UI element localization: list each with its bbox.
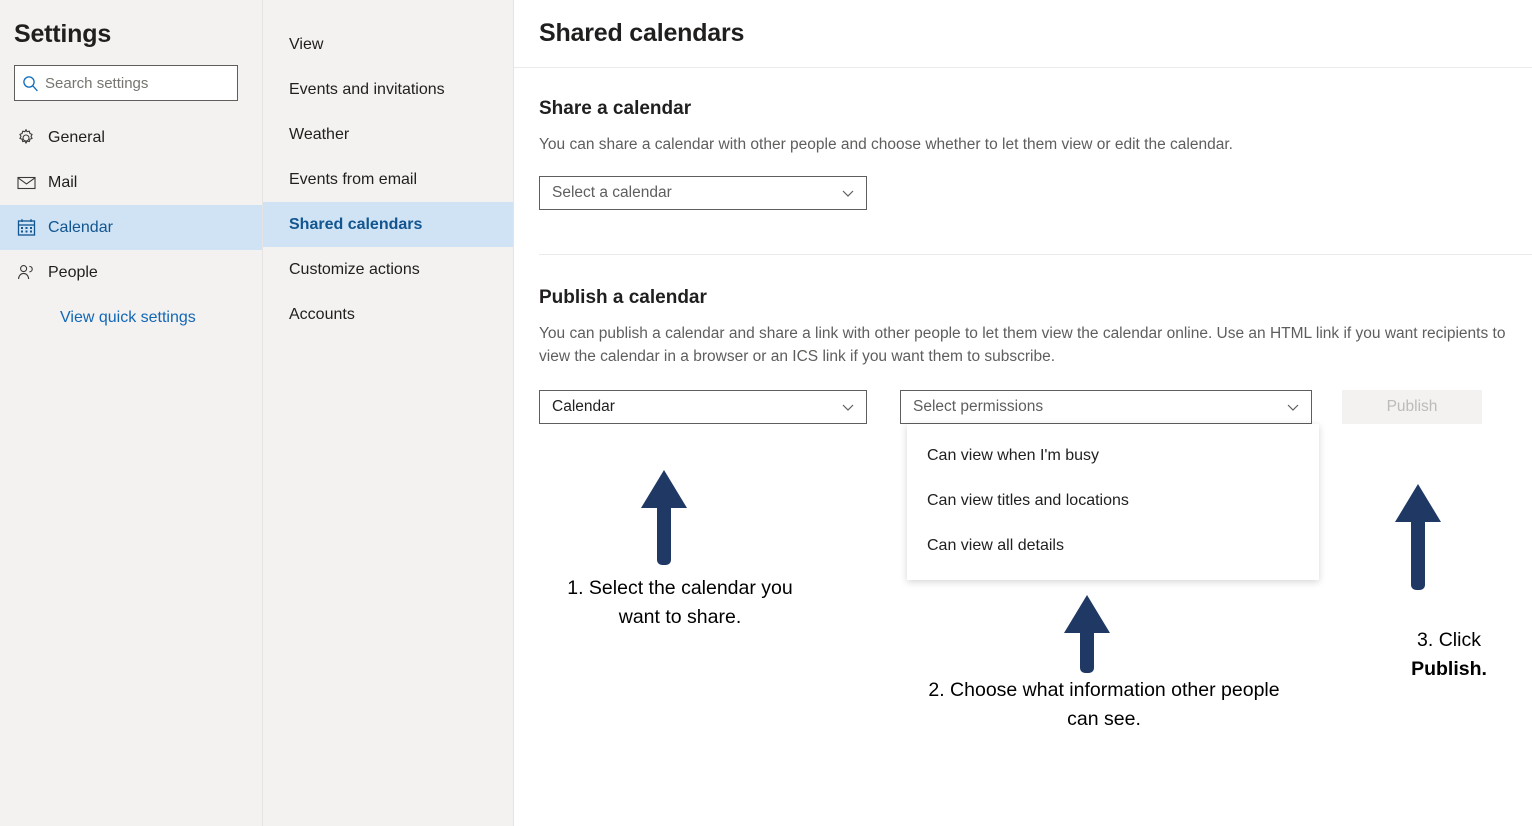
sidebar-item-mail[interactable]: Mail [0,160,262,205]
chevron-down-icon [840,185,856,201]
annotation-step-3-line2: Publish. [1411,658,1487,680]
calendar-icon [16,217,48,238]
share-section-heading: Share a calendar [539,98,1532,120]
publish-section-description: You can publish a calendar and share a l… [539,323,1532,368]
envelope-icon [16,172,48,193]
settings-title: Settings [14,20,262,49]
sidebar-item-people[interactable]: People [0,250,262,295]
publish-a-calendar-section: Publish a calendar You can publish a cal… [514,255,1532,424]
person-icon [16,262,48,283]
sidebar-item-label: General [48,129,105,147]
search-input[interactable] [45,67,225,99]
arrow-step-3 [1395,484,1441,590]
subnav-item-view[interactable]: View [263,22,513,67]
annotation-step-3-line1: 3. Click [1417,629,1481,651]
permissions-option-busy[interactable]: Can view when I'm busy [907,433,1319,478]
subnav-item-shared-calendars[interactable]: Shared calendars [263,202,513,247]
share-a-calendar-section: Share a calendar You can share a calenda… [514,68,1532,210]
view-quick-settings-link[interactable]: View quick settings [60,309,262,327]
calendar-subnav: View Events and invitations Weather Even… [263,0,514,826]
permissions-option-titles-locations[interactable]: Can view titles and locations [907,478,1319,523]
subnav-item-accounts[interactable]: Accounts [263,292,513,337]
publish-section-heading: Publish a calendar [539,287,1532,309]
publish-calendar-select-value: Calendar [552,398,615,416]
permissions-select[interactable]: Select permissions [900,390,1312,424]
subnav-item-weather[interactable]: Weather [263,112,513,157]
search-icon [15,66,45,100]
settings-window: Settings General [0,0,1532,826]
page-title: Shared calendars [539,19,744,48]
annotation-step-2-text: 2. Choose what information other people … [914,676,1294,735]
main-content: Shared calendars Share a calendar You ca… [514,0,1532,826]
search-settings-box[interactable] [14,65,238,101]
subnav-item-customize-actions[interactable]: Customize actions [263,247,513,292]
publish-button[interactable]: Publish [1342,390,1482,424]
settings-nav-list: General Mail [0,115,262,295]
annotation-step-3-text: 3. Click Publish. [1369,626,1529,685]
settings-sidebar: Settings General [0,0,263,826]
share-section-description: You can share a calendar with other peop… [539,134,1532,156]
subnav-item-events-from-email[interactable]: Events from email [263,157,513,202]
publish-calendar-select[interactable]: Calendar [539,390,867,424]
sidebar-item-label: Calendar [48,219,113,237]
sidebar-item-label: People [48,264,98,282]
permissions-dropdown-menu: Can view when I'm busy Can view titles a… [907,424,1319,580]
arrow-step-2 [1064,595,1110,673]
share-calendar-select[interactable]: Select a calendar [539,176,867,210]
sidebar-item-general[interactable]: General [0,115,262,160]
share-controls-row: Select a calendar [539,176,1532,210]
sidebar-item-label: Mail [48,174,77,192]
gear-icon [16,128,48,148]
annotation-step-1-text: 1. Select the calendar you want to share… [562,574,798,633]
publish-controls-row: Calendar Select permissions [539,390,1532,424]
sidebar-item-calendar[interactable]: Calendar [0,205,262,250]
subnav-item-events-and-invitations[interactable]: Events and invitations [263,67,513,112]
arrow-step-1 [641,470,687,565]
share-calendar-select-value: Select a calendar [552,184,672,202]
main-header: Shared calendars [514,0,1532,68]
permissions-select-value: Select permissions [913,398,1043,416]
permissions-field-wrap: Select permissions Can view when I'm bus… [900,390,1312,424]
permissions-option-all-details[interactable]: Can view all details [907,523,1319,568]
chevron-down-icon [840,399,856,415]
chevron-down-icon [1285,399,1301,415]
